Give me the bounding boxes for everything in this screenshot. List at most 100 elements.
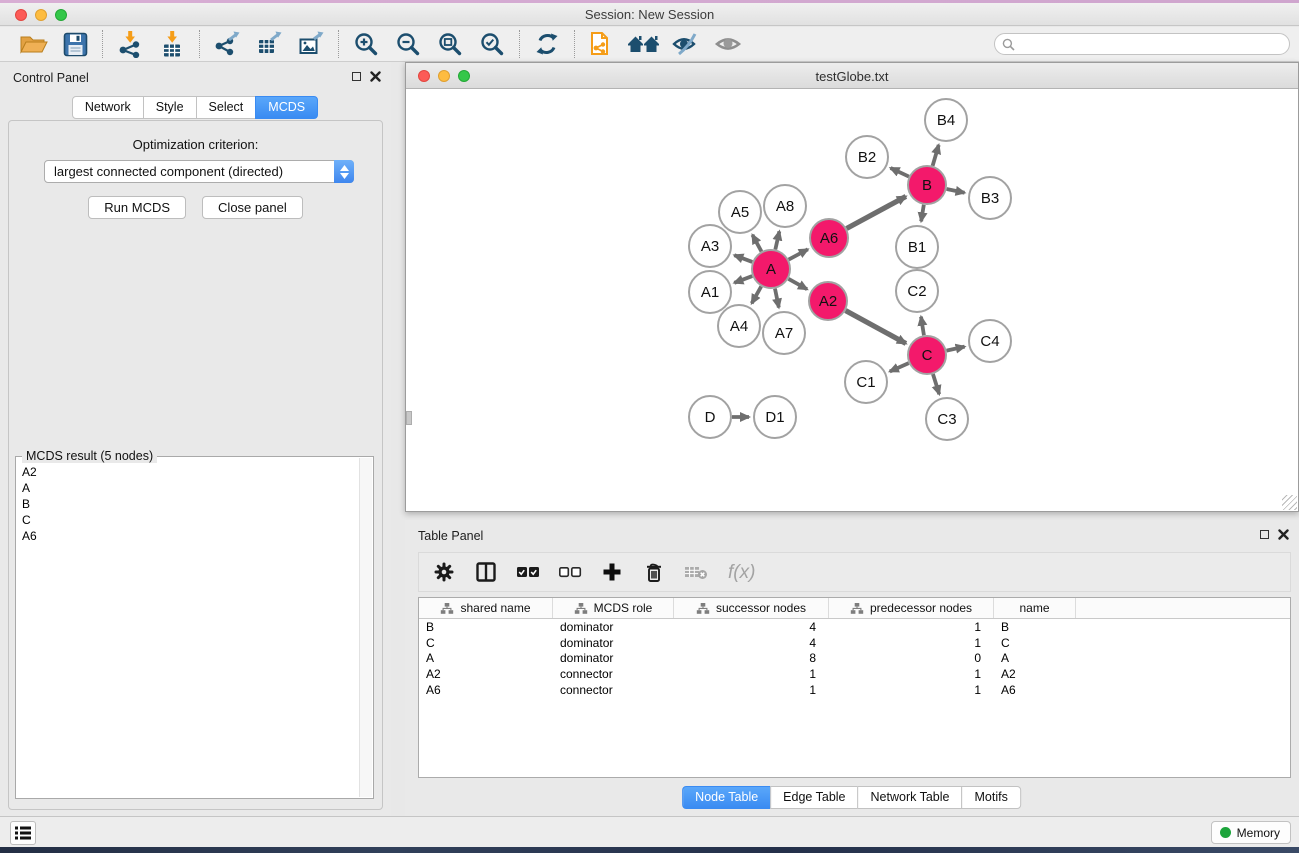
mcds-result-item[interactable]: A6 (22, 528, 354, 544)
import-table-button[interactable] (151, 28, 193, 60)
home-layout-button[interactable] (623, 28, 665, 60)
export-image-button[interactable] (290, 28, 332, 60)
tab-motifs[interactable]: Motifs (961, 786, 1020, 809)
graph-edge-A-A7[interactable] (775, 289, 779, 308)
graph-edge-C-C1[interactable] (890, 363, 909, 371)
open-file-button[interactable] (12, 28, 54, 60)
zoom-out-button[interactable] (387, 28, 429, 60)
select-all-button[interactable] (514, 558, 542, 586)
graph-node-A[interactable]: A (752, 250, 790, 288)
zoom-in-button[interactable] (345, 28, 387, 60)
graph-edge-A-A2[interactable] (788, 279, 807, 289)
graph-edge-A-A8[interactable] (775, 231, 779, 249)
graph-node-B4[interactable]: B4 (925, 99, 967, 141)
graph-edge-C-C4[interactable] (947, 347, 965, 351)
float-table-panel-icon[interactable] (1260, 530, 1269, 539)
mcds-result-item[interactable]: A2 (22, 464, 354, 480)
graph-node-B[interactable]: B (908, 166, 946, 204)
graph-node-B1[interactable]: B1 (896, 226, 938, 268)
table-row[interactable]: A6connector11A6 (419, 682, 1290, 698)
table-row[interactable]: Cdominator41C (419, 635, 1290, 651)
graph-node-D1[interactable]: D1 (754, 396, 796, 438)
graph-edge-B-B4[interactable] (933, 145, 939, 166)
graph-node-C[interactable]: C (908, 336, 946, 374)
graph-node-B2[interactable]: B2 (846, 136, 888, 178)
network-canvas[interactable]: A A1 A2 A3 A4 A5 A6 A7 A8 B B1 B2 B3B4 C C1 C2 C3C4 D D1 (406, 89, 1298, 511)
function-builder-button[interactable]: f(x) (724, 558, 766, 586)
graph-edge-C-C2[interactable] (921, 317, 924, 336)
mcds-result-item[interactable]: C (22, 512, 354, 528)
export-table-button[interactable] (248, 28, 290, 60)
column-header-predecessor-nodes[interactable]: predecessor nodes (829, 598, 994, 618)
graph-edge-A-A1[interactable] (734, 276, 752, 283)
graph-edge-A-A5[interactable] (752, 235, 761, 252)
graph-edge-A6-B[interactable] (847, 196, 906, 228)
splitter-grip[interactable] (406, 411, 412, 425)
graph-node-A1[interactable]: A1 (689, 271, 731, 313)
tab-network[interactable]: Network (72, 96, 144, 119)
show-eye-button[interactable] (707, 28, 749, 60)
search-input[interactable] (1019, 35, 1289, 53)
graph-node-A8[interactable]: A8 (764, 185, 806, 227)
result-scrollbar[interactable] (359, 458, 372, 797)
delete-column-button[interactable] (640, 558, 668, 586)
tab-style[interactable]: Style (143, 96, 197, 119)
close-table-panel-icon[interactable] (1278, 529, 1289, 540)
import-network-button[interactable] (109, 28, 151, 60)
graph-node-D[interactable]: D (689, 396, 731, 438)
tab-edge-table[interactable]: Edge Table (770, 786, 858, 809)
window-resize-grip[interactable] (1282, 495, 1297, 510)
graph-edge-A-A4[interactable] (752, 286, 761, 303)
delete-table-button[interactable] (682, 558, 710, 586)
graph-edge-A-A3[interactable] (734, 255, 752, 262)
save-session-button[interactable] (54, 28, 96, 60)
close-panel-button[interactable]: Close panel (202, 196, 303, 219)
close-panel-icon[interactable] (370, 71, 381, 82)
zoom-fit-button[interactable] (429, 28, 471, 60)
network-from-file-button[interactable] (581, 28, 623, 60)
column-header-mcds-role[interactable]: MCDS role (553, 598, 674, 618)
graph-node-C4[interactable]: C4 (969, 320, 1011, 362)
graph-node-A5[interactable]: A5 (719, 191, 761, 233)
graph-node-A6[interactable]: A6 (810, 219, 848, 257)
graph-edge-C-C3[interactable] (933, 374, 939, 394)
export-network-button[interactable] (206, 28, 248, 60)
mcds-result-item[interactable]: A (22, 480, 354, 496)
refresh-network-button[interactable] (526, 28, 568, 60)
task-history-button[interactable] (10, 821, 36, 845)
graph-node-A4[interactable]: A4 (718, 305, 760, 347)
column-header-successor-nodes[interactable]: successor nodes (674, 598, 829, 618)
column-header-shared-name[interactable]: shared name (419, 598, 553, 618)
run-mcds-button[interactable]: Run MCDS (88, 196, 186, 219)
table-row[interactable]: Bdominator41B (419, 619, 1290, 635)
graph-node-A2[interactable]: A2 (809, 282, 847, 320)
add-column-button[interactable] (598, 558, 626, 586)
graph-edge-B-B3[interactable] (947, 189, 965, 193)
unselect-all-button[interactable] (556, 558, 584, 586)
network-window-titlebar[interactable]: testGlobe.txt (406, 63, 1298, 89)
graph-edge-A2-C[interactable] (846, 311, 906, 344)
graph-node-C1[interactable]: C1 (845, 361, 887, 403)
graph-node-A3[interactable]: A3 (689, 225, 731, 267)
tab-network-table[interactable]: Network Table (858, 786, 963, 809)
table-settings-button[interactable] (430, 558, 458, 586)
mcds-result-item[interactable]: B (22, 496, 354, 512)
graph-node-B3[interactable]: B3 (969, 177, 1011, 219)
graph-node-A7[interactable]: A7 (763, 312, 805, 354)
tab-node-table[interactable]: Node Table (682, 786, 771, 809)
graph-edge-B-B2[interactable] (891, 168, 909, 177)
tab-select[interactable]: Select (196, 96, 257, 119)
column-view-button[interactable] (472, 558, 500, 586)
zoom-selected-button[interactable] (471, 28, 513, 60)
hide-glasses-button[interactable] (665, 28, 707, 60)
graph-node-C2[interactable]: C2 (896, 270, 938, 312)
search-field[interactable] (994, 33, 1290, 55)
float-panel-icon[interactable] (352, 72, 361, 81)
memory-button[interactable]: Memory (1211, 821, 1291, 844)
graph-edge-B-B1[interactable] (921, 205, 924, 222)
table-row[interactable]: A2connector11A2 (419, 666, 1290, 682)
tab-mcds[interactable]: MCDS (255, 96, 318, 119)
graph-edge-A-A6[interactable] (789, 249, 808, 259)
graph-node-C3[interactable]: C3 (926, 398, 968, 440)
optimization-criterion-dropdown[interactable]: largest connected component (directed) (44, 160, 354, 183)
